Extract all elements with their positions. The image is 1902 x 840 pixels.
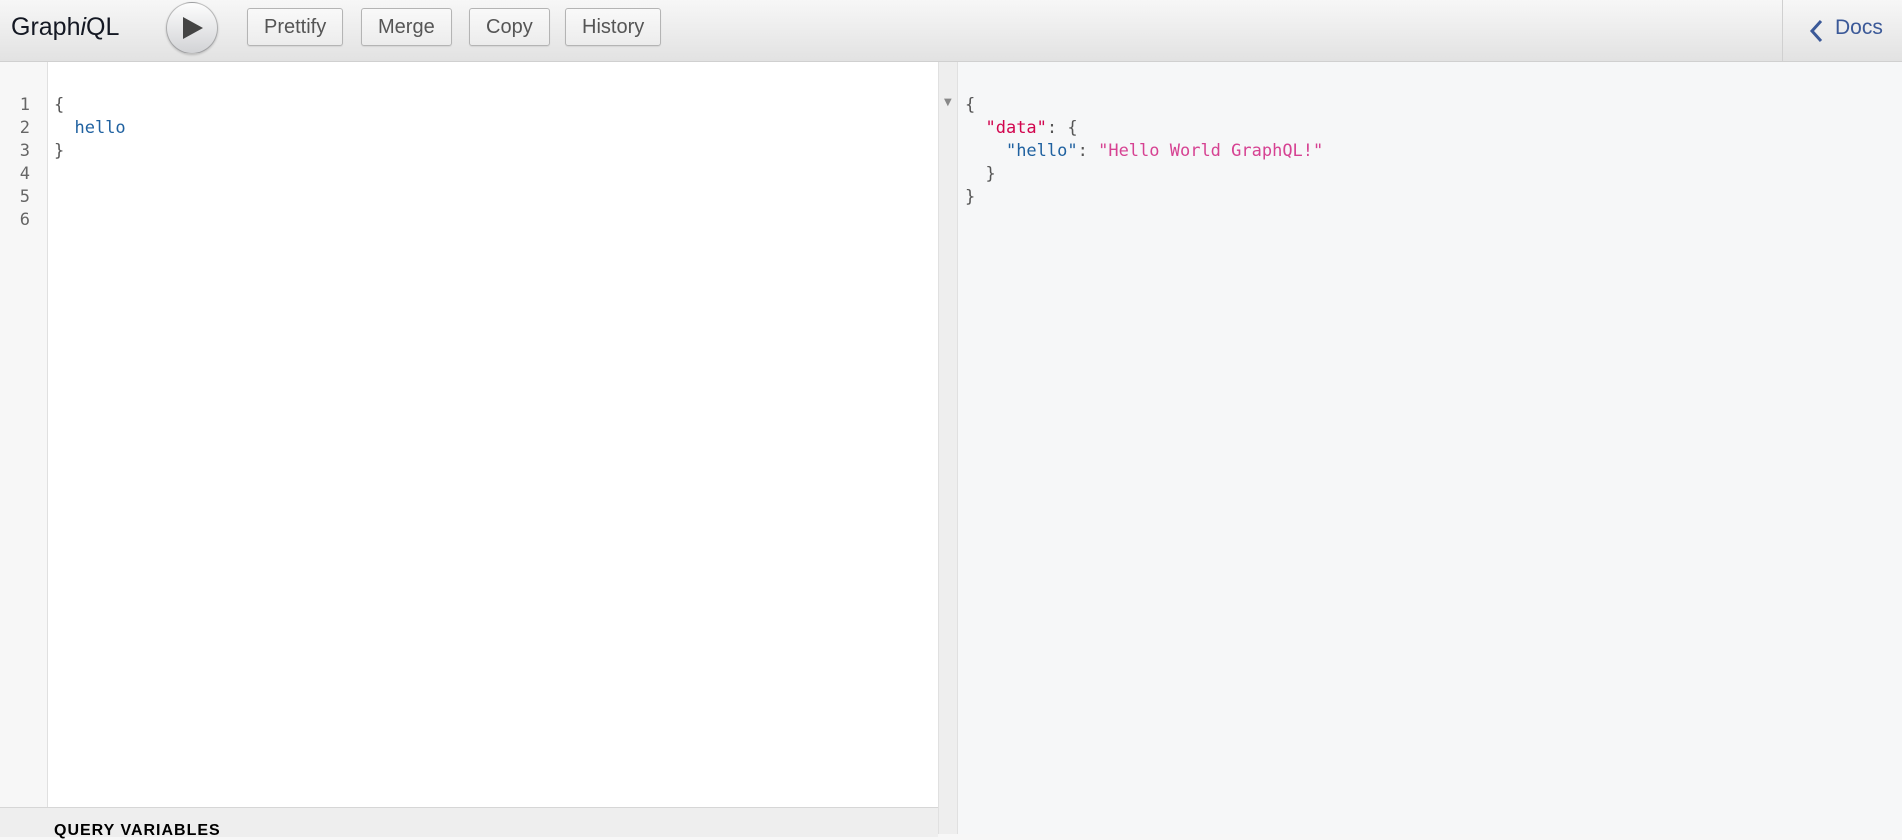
line-number-gutter: 1 2 3 4 5 6: [0, 62, 48, 807]
line-number: 6: [19, 210, 30, 230]
query-variables-toggle[interactable]: QUERY VARIABLES: [0, 807, 938, 839]
code-line[interactable]: {: [54, 94, 64, 117]
line-number: 2: [19, 118, 30, 138]
merge-button[interactable]: Merge: [361, 8, 452, 46]
result-viewer: [958, 62, 1902, 834]
result-line: }: [985, 164, 996, 184]
fold-arrow-icon[interactable]: ▼: [944, 97, 952, 108]
result-line: {: [965, 95, 976, 115]
result-value-hello: "Hello World GraphQL!": [1098, 141, 1324, 161]
result-line: }: [965, 187, 976, 207]
chevron-left-icon: [1809, 19, 1823, 43]
query-field-hello: hello: [74, 118, 126, 138]
line-number: 1: [19, 95, 30, 115]
play-icon: [183, 17, 203, 39]
result-line: "hello": "Hello World GraphQL!": [1005, 141, 1324, 161]
line-number: 5: [19, 187, 30, 207]
docs-button[interactable]: Docs: [1782, 0, 1902, 61]
query-variables-label: QUERY VARIABLES: [54, 822, 221, 839]
code-line[interactable]: }: [54, 140, 64, 163]
result-line: "data": {: [985, 118, 1078, 138]
execute-query-button[interactable]: [166, 2, 218, 54]
result-key-hello: "hello": [1005, 141, 1078, 161]
open-brace: {: [54, 95, 65, 115]
docs-label: Docs: [1835, 16, 1883, 39]
code-line[interactable]: hello: [54, 117, 126, 140]
query-editor[interactable]: 1 2 3 4 5 6 { hello } QUERY VARIABLES: [0, 62, 938, 839]
line-number: 4: [19, 164, 30, 184]
prettify-button[interactable]: Prettify: [247, 8, 344, 46]
app-title: GraphiQL: [11, 13, 120, 41]
copy-button[interactable]: Copy: [469, 8, 550, 46]
line-number: 3: [19, 141, 30, 161]
result-key-data: "data": [985, 118, 1047, 138]
history-button[interactable]: History: [565, 8, 662, 46]
pane-resize-handle[interactable]: [938, 62, 958, 834]
close-brace: }: [54, 141, 65, 161]
toolbar: GraphiQL Prettify Merge Copy History Doc…: [0, 0, 1902, 62]
